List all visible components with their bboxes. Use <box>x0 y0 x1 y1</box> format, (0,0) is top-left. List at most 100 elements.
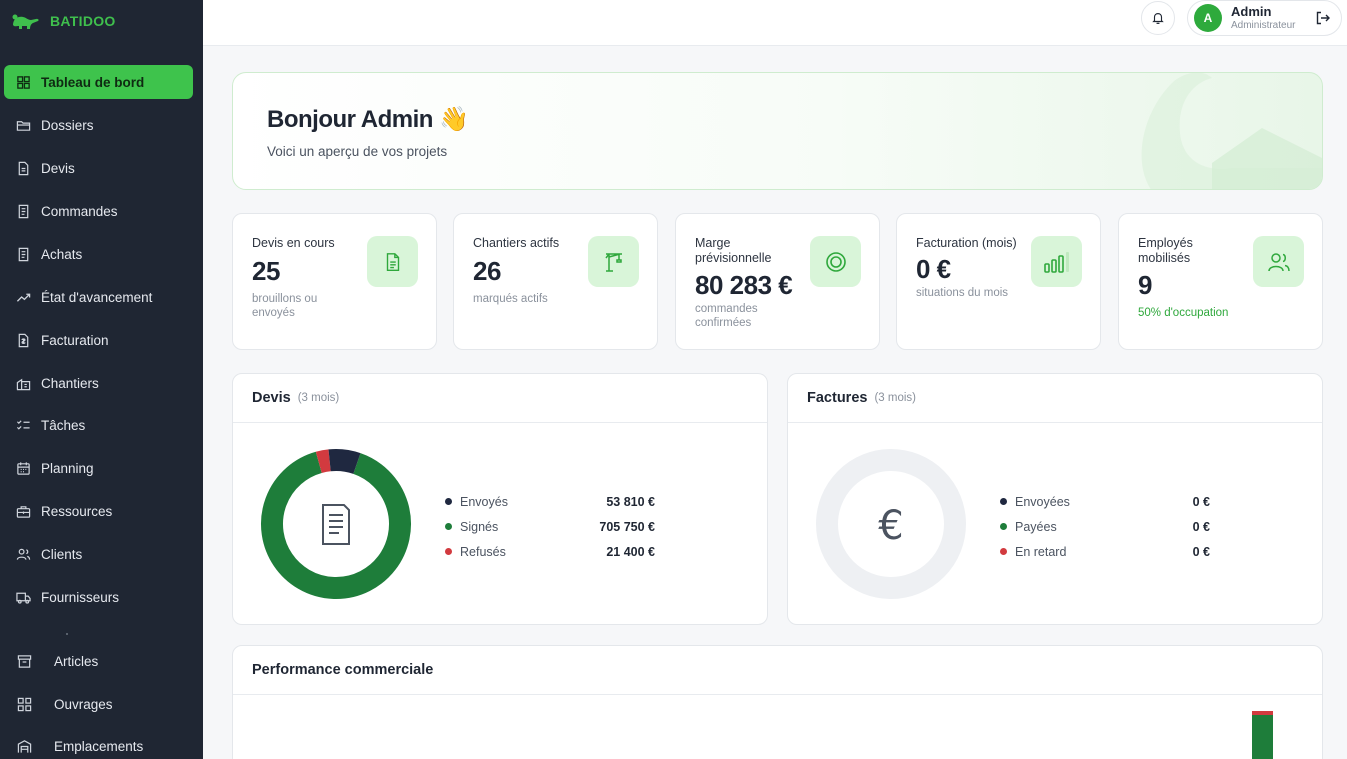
stat-label: Chantiers actifs <box>473 236 560 250</box>
factures-panel: Factures (3 mois) € Envoyées 0 € Payées … <box>787 373 1323 625</box>
legend-label: Refusés <box>460 544 506 559</box>
stat-card-chantiers-actifs[interactable]: Chantiers actifs 26 marqués actifs <box>453 213 658 350</box>
chart-bar-signed <box>1252 715 1273 759</box>
devis-legend: Envoyés 53 810 € Signés 705 750 € Refusé… <box>445 489 655 564</box>
legend-item: Refusés 21 400 € <box>445 539 655 564</box>
sidebar-item-label: Fournisseurs <box>41 589 120 605</box>
legend-value: 0 € <box>1192 544 1210 559</box>
document-icon <box>386 252 399 271</box>
legend-value: 21 400 € <box>606 544 655 559</box>
sidebar-item-taches[interactable]: Tâches <box>4 408 193 442</box>
panel-title: Factures <box>807 390 868 406</box>
sidebar-item-ressources[interactable]: Ressources <box>4 494 193 528</box>
stat-label: Marge prévisionnelle <box>695 236 772 265</box>
legend-value: 0 € <box>1192 494 1210 509</box>
sidebar-item-planning[interactable]: Planning <box>4 451 193 485</box>
performance-panel: Performance commerciale <box>232 645 1323 759</box>
notifications-button[interactable] <box>1141 1 1175 35</box>
brand-name: BATIDOO <box>50 13 116 29</box>
legend-item: Envoyés 53 810 € <box>445 489 655 514</box>
stat-subtitle: situations du mois <box>916 287 1009 299</box>
stat-subtitle: brouillons ou envoyés <box>252 293 318 320</box>
sidebar-item-dossiers[interactable]: Dossiers <box>4 108 193 142</box>
legend-dot <box>1000 548 1007 555</box>
sidebar-item-label: Ressources <box>41 503 113 519</box>
briefcase-icon <box>16 505 31 518</box>
welcome-title: Bonjour Admin 👋 <box>267 106 469 133</box>
panel-period: (3 mois) <box>874 392 916 404</box>
legend-label: En retard <box>1015 544 1067 559</box>
stat-icon-box <box>588 236 639 287</box>
invoice-icon <box>18 333 29 347</box>
sidebar-item-facturation[interactable]: Facturation <box>4 323 193 357</box>
brand[interactable]: BATIDOO <box>11 9 116 33</box>
sidebar-item-achats[interactable]: Achats <box>4 237 193 271</box>
receipt-icon <box>18 247 29 261</box>
target-icon <box>825 251 846 272</box>
sidebar-item-fournisseurs[interactable]: Fournisseurs <box>4 580 193 614</box>
calendar-icon <box>17 461 30 475</box>
sidebar-item-label: Commandes <box>41 203 118 219</box>
welcome-subtitle: Voici un aperçu de vos projets <box>267 144 448 159</box>
crane-icon <box>604 252 622 272</box>
stat-value: 80 283 € <box>695 270 793 300</box>
logout-icon[interactable] <box>1315 10 1331 26</box>
legend-value: 705 750 € <box>599 519 655 534</box>
topbar: A Admin Administrateur <box>203 0 1347 46</box>
sidebar-item-clients[interactable]: Clients <box>4 537 193 571</box>
sidebar-item-tableau-de-bord[interactable]: Tableau de bord <box>4 65 193 99</box>
document-icon <box>322 504 350 545</box>
devis-donut-chart <box>261 449 411 599</box>
sidebar-item-chantiers[interactable]: Chantiers <box>4 366 193 400</box>
stat-subtitle: commandes confirmées <box>695 303 758 330</box>
sidebar-item-articles[interactable]: Articles <box>4 644 193 678</box>
sidebar-item-label: Emplacements <box>54 738 144 754</box>
sidebar-item-label: Articles <box>54 653 99 669</box>
stat-value: 9 <box>1138 270 1152 300</box>
stat-subtitle: marqués actifs <box>473 293 548 305</box>
sidebar-item-label: Chantiers <box>41 375 99 391</box>
trend-icon <box>16 293 31 302</box>
sidebar: BATIDOO Tableau de bord Dossiers Devis C… <box>0 0 203 759</box>
legend-dot <box>445 523 452 530</box>
user-role: Administrateur <box>1231 19 1296 31</box>
sidebar-item-devis[interactable]: Devis <box>4 151 193 185</box>
legend-item: En retard 0 € <box>1000 539 1210 564</box>
sidebar-item-emplacements[interactable]: Emplacements <box>4 729 193 759</box>
stat-card-facturation-mois[interactable]: Facturation (mois) 0 € situations du moi… <box>896 213 1101 350</box>
legend-label: Payées <box>1015 519 1057 534</box>
stat-value: 0 € <box>916 254 951 284</box>
stat-card-marge-previsionnelle[interactable]: Marge prévisionnelle 80 283 € commandes … <box>675 213 880 350</box>
sidebar-item-label: Planning <box>41 460 94 476</box>
truck-icon <box>16 592 31 604</box>
user-menu[interactable]: A Admin Administrateur <box>1187 0 1342 36</box>
legend-item: Payées 0 € <box>1000 514 1210 539</box>
devis-panel: Devis (3 mois) Envoyés 53 810 € Signés 7… <box>232 373 768 625</box>
panel-title: Performance commerciale <box>252 662 434 678</box>
donut-slice-envoyés[interactable] <box>328 449 361 475</box>
stat-card-devis-en-cours[interactable]: Devis en cours 25 brouillons ou envoyés <box>232 213 437 350</box>
folder-icon <box>16 120 31 131</box>
stat-icon-box <box>367 236 418 287</box>
donut-slice-refusés[interactable] <box>315 449 331 474</box>
stat-value: 25 <box>252 256 280 286</box>
sidebar-item-label: Achats <box>41 246 83 262</box>
stat-value: 26 <box>473 256 501 286</box>
legend-value: 53 810 € <box>606 494 655 509</box>
dinosaur-watermark-icon <box>1141 73 1322 189</box>
grid-icon <box>17 75 30 89</box>
legend-item: Signés 705 750 € <box>445 514 655 539</box>
users-icon <box>16 548 31 560</box>
stat-card-employes-mobilises[interactable]: Employés mobilisés 9 50% d'occupation <box>1118 213 1323 350</box>
performance-panel-header: Performance commerciale <box>233 646 1322 695</box>
sidebar-item-ouvrages[interactable]: Ouvrages <box>4 687 193 721</box>
sidebar-item-label: Tâches <box>41 417 86 433</box>
sidebar-item-label: Clients <box>41 546 83 562</box>
sidebar-item-etat-avancement[interactable]: État d'avancement <box>4 280 193 314</box>
panel-title: Devis <box>252 390 291 406</box>
archive-icon <box>17 654 32 668</box>
donut-slice-signés[interactable] <box>261 451 411 599</box>
devis-panel-header: Devis (3 mois) <box>233 374 767 423</box>
legend-dot <box>1000 498 1007 505</box>
sidebar-item-commandes[interactable]: Commandes <box>4 194 193 228</box>
